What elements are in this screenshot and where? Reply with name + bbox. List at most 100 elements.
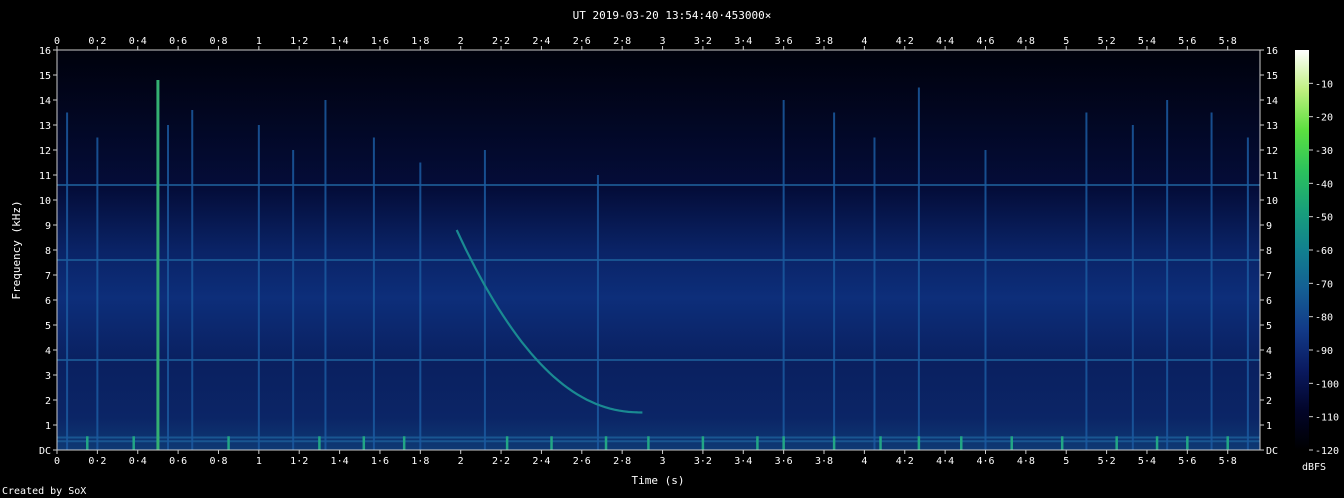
x-tick-label-bottom: 5: [1063, 456, 1069, 467]
colorbar-gradient: [1295, 50, 1309, 450]
y-tick-label-left: 9: [45, 221, 51, 232]
x-tick-label-top: 1·6: [371, 36, 389, 47]
colorbar-tick-label: -110: [1315, 413, 1339, 424]
x-tick-label-top: 2·4: [532, 36, 550, 47]
x-tick-label-bottom: 1: [256, 456, 262, 467]
y-tick-label-right: 12: [1266, 146, 1278, 157]
x-tick-label-top: 0·8: [209, 36, 227, 47]
y-tick-label-right: 7: [1266, 271, 1272, 282]
x-tick-label-top: 0: [54, 36, 60, 47]
x-tick-label-bottom: 4: [861, 456, 867, 467]
x-tick-label-top: 5: [1063, 36, 1069, 47]
x-axis-label: Time (s): [632, 474, 685, 487]
y-tick-label-right: 11: [1266, 171, 1278, 182]
colorbar-tick-label: -90: [1315, 346, 1333, 357]
x-tick-label-top: 4: [861, 36, 867, 47]
x-tick-label-bottom: 4·8: [1017, 456, 1035, 467]
x-tick-label-top: 3·6: [775, 36, 793, 47]
x-tick-label-top: 0·6: [169, 36, 187, 47]
x-tick-label-bottom: 3·4: [734, 456, 752, 467]
x-tick-label-top: 2·6: [573, 36, 591, 47]
x-tick-label-top: 4·4: [936, 36, 954, 47]
x-tick-label-bottom: 0·4: [129, 456, 147, 467]
y-tick-label-left: 5: [45, 321, 51, 332]
y-tick-label-left: 1: [45, 421, 51, 432]
x-tick-label-top: 2·8: [613, 36, 631, 47]
x-tick-label-top: 3: [660, 36, 666, 47]
x-tick-label-bottom: 2·8: [613, 456, 631, 467]
y-tick-label-right: 10: [1266, 196, 1278, 207]
colorbar-tick-label: -80: [1315, 313, 1333, 324]
x-axis-top: 0 0·2 0·4 0·6 0·8 1 1·2 1·4 1·6 1·8 2 2·2 2·4 2·6 2·8 3…: [54, 36, 1237, 50]
x-tick-label-bottom: 3·6: [775, 456, 793, 467]
y-tick-label-right: 16: [1266, 46, 1278, 57]
y-axis-right: DC12345678910111213141516: [1260, 46, 1278, 457]
y-tick-label-left: DC: [39, 446, 51, 457]
y-tick-label-left: 3: [45, 371, 51, 382]
x-tick-label-bottom: 2·4: [532, 456, 550, 467]
x-tick-label-bottom: 1·8: [411, 456, 429, 467]
y-tick-label-right: 6: [1266, 296, 1272, 307]
x-tick-label-top: 4·2: [896, 36, 914, 47]
y-tick-label-left: 8: [45, 246, 51, 257]
x-tick-label-top: 3·4: [734, 36, 752, 47]
y-tick-label-right: 1: [1266, 421, 1272, 432]
x-tick-label-bottom: 2: [458, 456, 464, 467]
x-tick-label-top: 0·4: [129, 36, 147, 47]
x-tick-label-top: 5·8: [1219, 36, 1237, 47]
x-tick-label-top: 3·2: [694, 36, 712, 47]
x-tick-label-bottom: 4·2: [896, 456, 914, 467]
colorbar-tick-label: -20: [1315, 113, 1333, 124]
x-tick-label-top: 2: [458, 36, 464, 47]
x-tick-label-top: 1·8: [411, 36, 429, 47]
y-tick-label-right: 14: [1266, 96, 1278, 107]
x-tick-label-bottom: 2·2: [492, 456, 510, 467]
plot-area: [56, 49, 1261, 451]
y-tick-label-right: 9: [1266, 221, 1272, 232]
y-tick-label-left: 12: [39, 146, 51, 157]
y-tick-label-left: 11: [39, 171, 51, 182]
y-tick-label-right: 2: [1266, 396, 1272, 407]
colorbar-tick-label: -120: [1315, 446, 1339, 457]
x-tick-label-top: 5·2: [1098, 36, 1116, 47]
y-tick-label-left: 2: [45, 396, 51, 407]
y-tick-label-left: 14: [39, 96, 51, 107]
y-tick-label-right: 13: [1266, 121, 1278, 132]
y-tick-label-left: 6: [45, 296, 51, 307]
x-tick-label-bottom: 5·6: [1178, 456, 1196, 467]
colorbar-tick-label: -70: [1315, 279, 1333, 290]
x-tick-label-bottom: 5·4: [1138, 456, 1156, 467]
x-tick-label-top: 1: [256, 36, 262, 47]
y-tick-label-right: DC: [1266, 446, 1278, 457]
x-tick-label-top: 5·4: [1138, 36, 1156, 47]
x-tick-label-bottom: 5·2: [1098, 456, 1116, 467]
spectrogram-chart: UT 2019-03-20 13:54:40·453000× 0 0·2 0·4 0·…: [2, 9, 1339, 497]
colorbar-tick-label: -40: [1315, 179, 1333, 190]
y-tick-label-right: 4: [1266, 346, 1272, 357]
x-tick-label-bottom: 4·4: [936, 456, 954, 467]
plot-background: [57, 50, 1260, 450]
x-tick-label-bottom: 0·2: [88, 456, 106, 467]
y-tick-label-right: 5: [1266, 321, 1272, 332]
x-tick-label-top: 1·4: [331, 36, 349, 47]
y-tick-label-left: 13: [39, 121, 51, 132]
x-tick-label-top: 1·2: [290, 36, 308, 47]
x-tick-label-bottom: 0·6: [169, 456, 187, 467]
y-tick-label-left: 10: [39, 196, 51, 207]
y-tick-label-right: 8: [1266, 246, 1272, 257]
x-tick-label-top: 3·8: [815, 36, 833, 47]
x-tick-label-bottom: 2·6: [573, 456, 591, 467]
y-tick-label-left: 16: [39, 46, 51, 57]
x-tick-label-top: 0·2: [88, 36, 106, 47]
chart-title: UT 2019-03-20 13:54:40·453000×: [573, 9, 772, 22]
x-tick-label-bottom: 4·6: [976, 456, 994, 467]
created-by-credit: Created by SoX: [2, 486, 86, 497]
x-tick-label-bottom: 1·6: [371, 456, 389, 467]
y-axis-left: DC12345678910111213141516: [39, 46, 57, 457]
x-tick-label-bottom: 1·4: [331, 456, 349, 467]
y-tick-label-left: 15: [39, 71, 51, 82]
x-tick-label-top: 4·8: [1017, 36, 1035, 47]
x-tick-label-top: 4·6: [976, 36, 994, 47]
colorbar-tick-label: -100: [1315, 379, 1339, 390]
x-tick-label-bottom: 0: [54, 456, 60, 467]
